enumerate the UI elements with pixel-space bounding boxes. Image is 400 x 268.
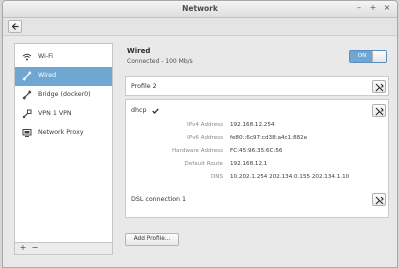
maximize-button[interactable]: + xyxy=(369,3,377,12)
wrench-icon xyxy=(375,83,384,92)
sidebar-item-bridge[interactable]: Bridge (docker0) xyxy=(15,86,112,105)
ethernet-icon xyxy=(22,90,32,100)
wifi-icon xyxy=(22,53,32,61)
window-title: Network xyxy=(182,4,218,13)
add-profile-button[interactable]: Add Profile... xyxy=(125,233,179,246)
connection-title: Wired xyxy=(127,47,151,55)
profile-row[interactable]: Profile 2 xyxy=(125,76,389,96)
sidebar-item-vpn[interactable]: VPN 1 VPN xyxy=(15,105,112,124)
detail-value: fe80::6c97:cd38:a4c1:882e xyxy=(230,135,308,141)
connection-status: Connected - 100 Mb/s xyxy=(127,58,193,65)
sidebar-item-network-proxy[interactable]: Network Proxy xyxy=(15,124,112,143)
sidebar-item-wifi[interactable]: Wi-Fi xyxy=(15,48,112,67)
detail-value: 10.202.1.254 202.134.0.155 202.134.1.10 xyxy=(230,174,350,180)
sidebar-item-label: Wi-Fi xyxy=(38,53,54,60)
detail-hardware-address: Hardware Address FC:45:96:35:6C:56 xyxy=(126,148,388,161)
profile-name: dhcp xyxy=(131,107,147,114)
profile-settings-button[interactable] xyxy=(372,104,386,117)
detail-ipv4: IPv4 Address 192.168.12.254 xyxy=(126,122,388,135)
toolbar xyxy=(3,18,397,36)
detail-key: DNS xyxy=(210,174,223,180)
title-bar: Network – + × xyxy=(3,1,397,18)
profile-name: Profile 2 xyxy=(131,83,157,90)
wired-panel: Wired Connected - 100 Mb/s ON Profile 2 … xyxy=(125,43,389,258)
remove-connection-button[interactable]: − xyxy=(30,244,40,253)
detail-key: IPv4 Address xyxy=(187,122,223,128)
detail-dns: DNS 10.202.1.254 202.134.0.155 202.134.1… xyxy=(126,174,388,187)
add-connection-button[interactable]: + xyxy=(18,244,28,253)
sidebar-item-wired[interactable]: Wired xyxy=(15,67,112,86)
detail-key: Default Route xyxy=(184,161,223,167)
wrench-icon xyxy=(375,196,384,205)
profile-row[interactable]: DSL connection 1 xyxy=(125,190,389,218)
ethernet-icon xyxy=(22,71,32,81)
toggle-on-label: ON xyxy=(350,51,374,62)
profile-row-active[interactable]: dhcp IPv4 Address 192.168.12.254 IPv6 Ad… xyxy=(125,99,389,193)
sidebar-item-label: VPN 1 VPN xyxy=(38,110,72,117)
vpn-icon xyxy=(22,109,32,119)
toggle-knob xyxy=(372,51,386,62)
back-button[interactable] xyxy=(8,20,22,33)
detail-default-route: Default Route 192.168.12.1 xyxy=(126,161,388,174)
detail-value: 192.168.12.254 xyxy=(230,122,275,128)
window-controls: – + × xyxy=(355,3,391,12)
detail-ipv6: IPv6 Address fe80::6c97:cd38:a4c1:882e xyxy=(126,135,388,148)
minimize-button[interactable]: – xyxy=(355,3,363,12)
detail-key: IPv6 Address xyxy=(187,135,223,141)
close-button[interactable]: × xyxy=(383,3,391,12)
profile-settings-button[interactable] xyxy=(372,193,386,206)
wrench-icon xyxy=(375,107,384,116)
checkmark-icon xyxy=(152,108,159,114)
detail-value: 192.168.12.1 xyxy=(230,161,268,167)
sidebar-actions: + − xyxy=(14,243,113,255)
sidebar-item-label: Bridge (docker0) xyxy=(38,91,91,98)
connection-sidebar: Wi-Fi Wired Bridge (docker0) VPN 1 VPN N… xyxy=(14,43,113,243)
wired-toggle[interactable]: ON xyxy=(349,50,387,63)
network-window: Network – + × Wi-Fi Wired Bridge (docker… xyxy=(2,0,398,268)
detail-key: Hardware Address xyxy=(171,148,223,154)
back-arrow-icon xyxy=(12,23,19,30)
detail-value: FC:45:96:35:6C:56 xyxy=(230,148,283,154)
proxy-icon xyxy=(22,129,32,137)
profile-name: DSL connection 1 xyxy=(131,196,187,203)
profile-settings-button[interactable] xyxy=(372,80,386,93)
sidebar-item-label: Network Proxy xyxy=(38,129,84,136)
connection-details: IPv4 Address 192.168.12.254 IPv6 Address… xyxy=(126,122,388,187)
sidebar-item-label: Wired xyxy=(38,72,57,79)
